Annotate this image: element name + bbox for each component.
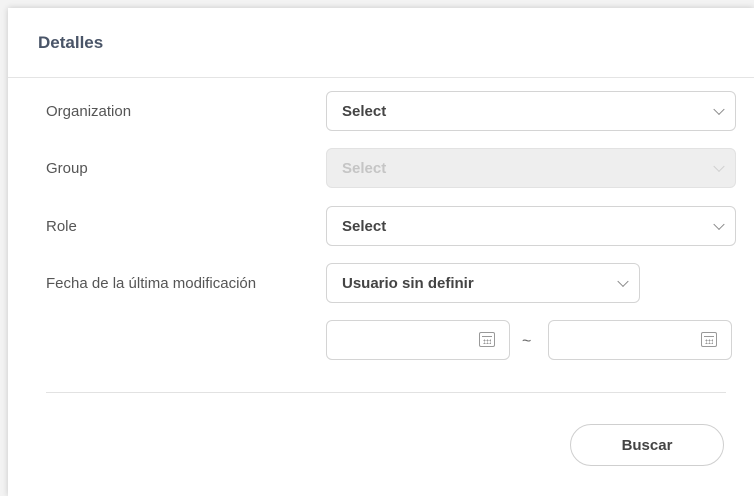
divider bbox=[46, 392, 726, 393]
panel-title: Detalles bbox=[38, 32, 104, 52]
last-modified-select[interactable]: Usuario sin definir bbox=[326, 263, 640, 303]
calendar-icon[interactable] bbox=[479, 332, 495, 347]
group-label: Group bbox=[46, 159, 88, 177]
details-panel: Detalles Organization Select Group Selec… bbox=[8, 8, 754, 496]
date-from-input[interactable] bbox=[326, 320, 510, 360]
chevron-down-icon bbox=[617, 275, 629, 288]
calendar-icon[interactable] bbox=[701, 332, 717, 347]
chevron-down-icon bbox=[713, 103, 725, 116]
last-modified-select-value: Usuario sin definir bbox=[342, 274, 474, 292]
role-select[interactable]: Select bbox=[326, 206, 736, 246]
organization-label: Organization bbox=[46, 102, 132, 120]
panel-header: Detalles bbox=[8, 8, 754, 78]
last-modified-label: Fecha de la última modificación bbox=[46, 274, 257, 292]
organization-row: Organization Select bbox=[8, 90, 754, 132]
role-label: Role bbox=[46, 217, 77, 235]
last-modified-row: Fecha de la última modificación Usuario … bbox=[8, 262, 754, 304]
group-select-value: Select bbox=[342, 159, 387, 177]
chevron-down-icon bbox=[713, 160, 725, 173]
search-button[interactable]: Buscar bbox=[570, 424, 724, 466]
group-row: Group Select bbox=[8, 147, 754, 189]
organization-select[interactable]: Select bbox=[326, 91, 736, 131]
group-select: Select bbox=[326, 148, 736, 188]
date-to-input[interactable] bbox=[548, 320, 732, 360]
date-range-separator: ~ bbox=[522, 333, 532, 350]
role-select-value: Select bbox=[342, 217, 387, 235]
role-row: Role Select bbox=[8, 205, 754, 247]
chevron-down-icon bbox=[713, 218, 725, 231]
organization-select-value: Select bbox=[342, 102, 387, 120]
